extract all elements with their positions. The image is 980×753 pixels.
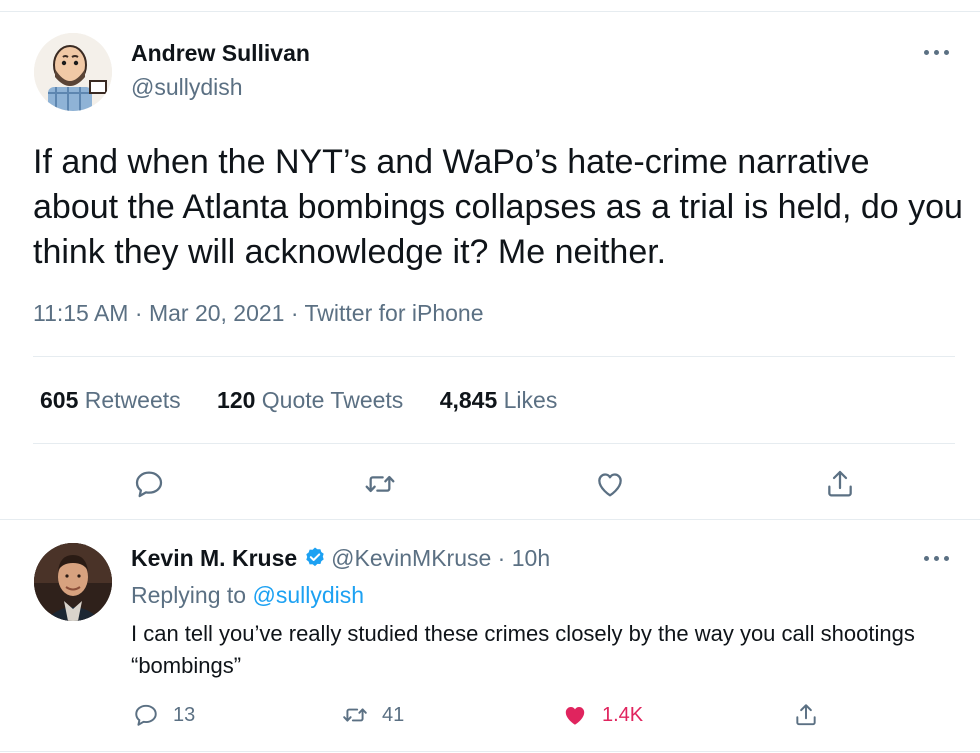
quotes-label: Quote Tweets	[261, 387, 404, 413]
retweets-stat[interactable]: 605 Retweets	[40, 387, 181, 414]
likes-count: 4,845	[439, 387, 498, 413]
reply-icon[interactable]	[133, 468, 165, 500]
retweet-icon[interactable]	[364, 468, 396, 500]
tweet-stats: 605 Retweets 120 Quote Tweets 4,845 Like…	[40, 387, 587, 414]
verified-icon	[306, 547, 324, 567]
divider	[33, 356, 955, 357]
main-tweet: Andrew Sullivan @sullydish If and when t…	[0, 0, 980, 520]
reply-author-name[interactable]: Kevin M. Kruse	[131, 545, 297, 571]
bottom-border	[0, 751, 980, 752]
quotes-stat[interactable]: 120 Quote Tweets	[217, 387, 403, 414]
retweets-label: Retweets	[84, 387, 181, 413]
reply-retweet-button[interactable]: 41	[342, 700, 404, 730]
retweet-count: 41	[382, 703, 405, 726]
reply-separator: ·	[497, 545, 506, 571]
author-handle[interactable]: @sullydish	[131, 74, 243, 101]
share-icon[interactable]	[824, 468, 856, 500]
tweet-meta: 11:15 AM · Mar 20, 2021 · Twitter for iP…	[33, 300, 483, 327]
retweet-icon	[343, 708, 367, 722]
reply-avatar-photo	[34, 543, 112, 621]
replying-to: Replying to @sullydish	[131, 582, 364, 609]
reply-text: I can tell you’ve really studied these c…	[131, 621, 915, 678]
reply-more-icon[interactable]	[924, 553, 954, 563]
tweet-separator	[0, 519, 980, 520]
like-filled-icon	[565, 706, 585, 725]
reply-time[interactable]: 10h	[512, 545, 550, 571]
divider	[33, 443, 955, 444]
reply-icon	[135, 704, 157, 726]
tweet-date[interactable]: Mar 20, 2021	[149, 300, 285, 326]
share-icon	[796, 704, 816, 726]
likes-stat[interactable]: 4,845 Likes	[440, 387, 558, 414]
meta-separator: ·	[290, 300, 299, 326]
more-icon[interactable]	[924, 47, 954, 57]
meta-separator: ·	[134, 300, 143, 326]
reply-share-button[interactable]	[793, 700, 833, 730]
reply-header: Kevin M. Kruse @KevinMKruse · 10h	[131, 545, 550, 572]
replying-to-link[interactable]: @sullydish	[252, 582, 364, 608]
author-name[interactable]: Andrew Sullivan	[131, 40, 310, 67]
tweet-text: If and when the NYT’s and WaPo’s hate-cr…	[33, 143, 963, 271]
tweet-source[interactable]: Twitter for iPhone	[305, 300, 484, 326]
replying-prefix: Replying to	[131, 582, 247, 608]
reply-count: 13	[173, 703, 196, 726]
retweets-count: 605	[40, 387, 79, 413]
reply-author-handle[interactable]: @KevinMKruse	[331, 545, 491, 571]
avatar[interactable]	[34, 33, 112, 111]
likes-label: Likes	[503, 387, 558, 413]
reply-avatar[interactable]	[34, 543, 112, 621]
like-count: 1.4K	[602, 703, 644, 726]
avatar-illustration	[34, 33, 112, 111]
like-icon[interactable]	[594, 468, 626, 500]
tweet-time[interactable]: 11:15 AM	[33, 300, 128, 326]
quotes-count: 120	[217, 387, 256, 413]
reply-reply-button[interactable]: 13	[133, 700, 195, 730]
reply-like-button[interactable]: 1.4K	[562, 700, 643, 730]
